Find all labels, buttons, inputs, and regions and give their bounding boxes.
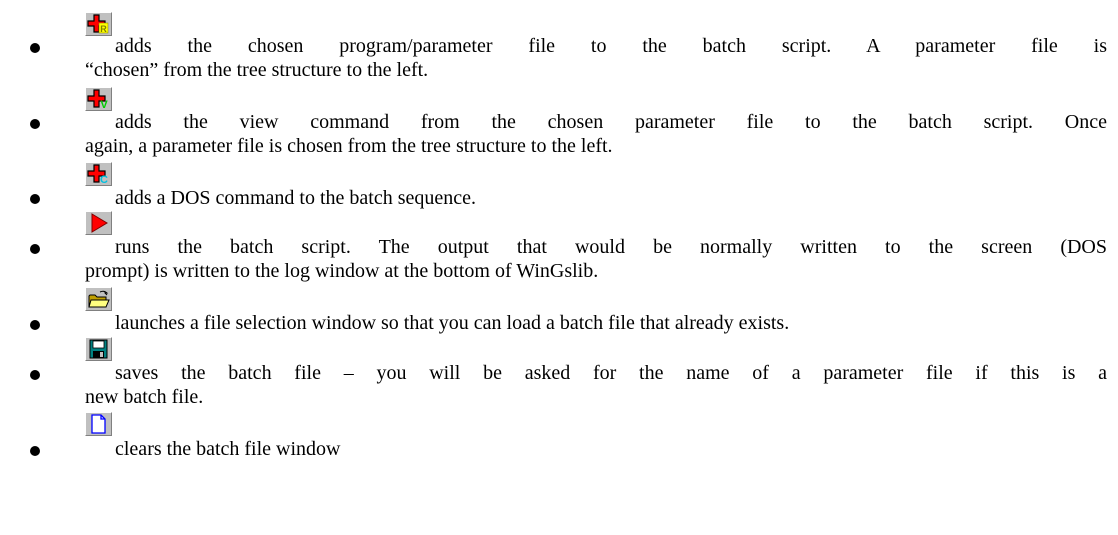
document-page: R adds the chosen program/parameter file… [0,0,1118,535]
svg-text:R: R [100,24,107,34]
add-program-icon[interactable]: R [85,12,112,36]
bullet-icon [30,194,40,204]
bullet-icon [30,370,40,380]
bullet-icon [30,119,40,129]
item-text-line-2: again, a parameter file is chosen from t… [85,135,613,157]
save-floppy-icon[interactable] [85,337,112,361]
svg-text:V: V [100,99,108,110]
item-text-line-1: saves the batch file – you will be asked… [115,362,1107,384]
open-folder-icon[interactable] [85,287,112,311]
bullet-icon [30,43,40,53]
item-text-line-1: launches a file selection window so that… [115,312,790,334]
item-text-line-1: adds the chosen program/parameter file t… [115,35,1107,57]
item-text-line-1: adds a DOS command to the batch sequence… [115,187,477,209]
add-view-command-icon[interactable]: V [85,87,112,111]
bullet-icon [30,244,40,254]
item-text-line-1: runs the batch script. The output that w… [115,236,1107,258]
item-text-line-2: “chosen” from the tree structure to the … [85,59,429,81]
bullet-icon [30,320,40,330]
item-text-line-2: prompt) is written to the log window at … [85,260,599,282]
svg-text:C: C [100,174,108,185]
item-text-line-2: new batch file. [85,386,204,408]
new-file-icon[interactable] [85,412,112,436]
run-icon[interactable] [85,211,112,235]
item-text-line-1: clears the batch file window [115,438,341,460]
add-dos-command-icon[interactable]: C [85,162,112,186]
bullet-icon [30,446,40,456]
item-text-line-1: adds the view command from the chosen pa… [115,111,1107,133]
